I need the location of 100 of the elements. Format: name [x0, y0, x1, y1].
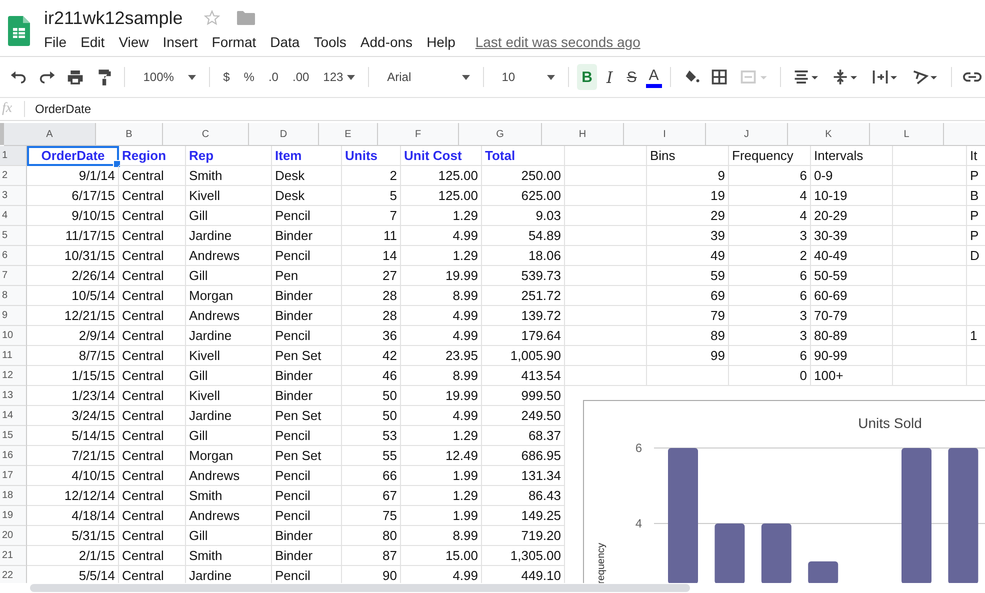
- table-cell[interactable]: Frequency: [729, 146, 811, 166]
- table-cell[interactable]: [893, 326, 967, 346]
- table-cell[interactable]: 179.64: [482, 326, 565, 346]
- table-cell[interactable]: 9/10/15: [27, 206, 119, 226]
- table-cell[interactable]: 4: [729, 206, 811, 226]
- table-cell[interactable]: [565, 346, 647, 366]
- table-cell[interactable]: Central: [119, 246, 186, 266]
- table-cell[interactable]: [565, 166, 647, 186]
- table-cell[interactable]: [565, 146, 647, 166]
- table-cell[interactable]: 2/26/14: [27, 266, 119, 286]
- row-header[interactable]: 8: [0, 286, 27, 306]
- table-cell[interactable]: 19: [647, 186, 729, 206]
- table-cell[interactable]: Pencil: [272, 466, 342, 486]
- row-header[interactable]: 11: [0, 346, 27, 366]
- table-cell[interactable]: Desk: [272, 186, 342, 206]
- table-cell[interactable]: 8.99: [401, 286, 482, 306]
- table-cell[interactable]: 53: [342, 426, 401, 446]
- table-cell[interactable]: 625.00: [482, 186, 565, 206]
- table-cell[interactable]: 68.37: [482, 426, 565, 446]
- table-cell[interactable]: 69: [647, 286, 729, 306]
- table-cell[interactable]: Central: [119, 266, 186, 286]
- table-cell[interactable]: Pencil: [272, 486, 342, 506]
- increase-decimals-button[interactable]: .00: [287, 64, 314, 90]
- row-header[interactable]: 18: [0, 486, 27, 506]
- table-cell[interactable]: Pen: [272, 266, 342, 286]
- row-header[interactable]: 9: [0, 306, 27, 326]
- italic-button[interactable]: I: [601, 64, 618, 90]
- table-cell[interactable]: 10-19: [811, 186, 893, 206]
- scrollbar-thumb[interactable]: [30, 584, 690, 592]
- strikethrough-button[interactable]: S: [622, 64, 642, 90]
- table-cell[interactable]: 149.25: [482, 506, 565, 526]
- table-cell[interactable]: 36: [342, 326, 401, 346]
- table-cell[interactable]: Central: [119, 166, 186, 186]
- table-cell[interactable]: Central: [119, 546, 186, 566]
- table-cell[interactable]: Central: [119, 406, 186, 426]
- row-header[interactable]: 20: [0, 526, 27, 546]
- table-cell[interactable]: 29: [647, 206, 729, 226]
- table-cell[interactable]: Item: [272, 146, 342, 166]
- row-header[interactable]: 7: [0, 266, 27, 286]
- table-cell[interactable]: 131.34: [482, 466, 565, 486]
- table-cell[interactable]: 89: [647, 326, 729, 346]
- table-cell[interactable]: Total: [482, 146, 565, 166]
- column-header[interactable]: J: [706, 123, 788, 146]
- table-cell[interactable]: Binder: [272, 386, 342, 406]
- table-cell[interactable]: 4/10/15: [27, 466, 119, 486]
- table-cell[interactable]: Binder: [272, 526, 342, 546]
- row-header[interactable]: 5: [0, 226, 27, 246]
- table-cell[interactable]: Binder: [272, 366, 342, 386]
- table-cell[interactable]: 3: [729, 326, 811, 346]
- row-header[interactable]: 16: [0, 446, 27, 466]
- table-cell[interactable]: [893, 346, 967, 366]
- table-cell[interactable]: [565, 226, 647, 246]
- table-cell[interactable]: Central: [119, 326, 186, 346]
- table-cell[interactable]: Gill: [186, 526, 272, 546]
- column-header[interactable]: L: [870, 123, 944, 146]
- table-cell[interactable]: 413.54: [482, 366, 565, 386]
- font-dropdown[interactable]: Arial: [377, 64, 475, 90]
- menu-item[interactable]: Tools: [314, 34, 346, 50]
- table-cell[interactable]: 686.95: [482, 446, 565, 466]
- table-cell[interactable]: Units: [342, 146, 401, 166]
- table-cell[interactable]: 8.99: [401, 526, 482, 546]
- table-cell[interactable]: Central: [119, 226, 186, 246]
- row-header[interactable]: 6: [0, 246, 27, 266]
- table-cell[interactable]: 125.00: [401, 186, 482, 206]
- table-cell[interactable]: P: [967, 166, 985, 186]
- table-cell[interactable]: 4.99: [401, 306, 482, 326]
- formula-input[interactable]: OrderDate: [35, 102, 92, 116]
- menu-item[interactable]: Add-ons: [360, 34, 413, 50]
- table-cell[interactable]: 125.00: [401, 166, 482, 186]
- table-cell[interactable]: 1.29: [401, 426, 482, 446]
- chart-panel[interactable]: Units Sold 4 6 requency: [583, 400, 985, 583]
- table-cell[interactable]: Bins: [647, 146, 729, 166]
- table-cell[interactable]: 1.99: [401, 466, 482, 486]
- table-cell[interactable]: 20-29: [811, 206, 893, 226]
- zoom-dropdown[interactable]: 100%: [133, 64, 202, 90]
- table-cell[interactable]: 11: [342, 226, 401, 246]
- table-cell[interactable]: Central: [119, 466, 186, 486]
- table-cell[interactable]: 80: [342, 526, 401, 546]
- column-header[interactable]: G: [459, 123, 542, 146]
- table-cell[interactable]: Pencil: [272, 246, 342, 266]
- bold-button[interactable]: B: [576, 64, 598, 90]
- last-edit-link[interactable]: Last edit was seconds ago: [475, 34, 640, 50]
- table-cell[interactable]: 40-49: [811, 246, 893, 266]
- column-header[interactable]: E: [319, 123, 378, 146]
- table-cell[interactable]: [893, 286, 967, 306]
- column-header[interactable]: I: [624, 123, 706, 146]
- row-header[interactable]: 4: [0, 206, 27, 226]
- table-cell[interactable]: [893, 306, 967, 326]
- table-cell[interactable]: 46: [342, 366, 401, 386]
- table-cell[interactable]: 2: [342, 166, 401, 186]
- table-cell[interactable]: 1/23/14: [27, 386, 119, 406]
- table-cell[interactable]: 4.99: [401, 406, 482, 426]
- table-cell[interactable]: 14: [342, 246, 401, 266]
- table-cell[interactable]: Morgan: [186, 446, 272, 466]
- row-header[interactable]: 1: [0, 146, 27, 166]
- table-cell[interactable]: 15.00: [401, 546, 482, 566]
- table-cell[interactable]: 79: [647, 306, 729, 326]
- table-cell[interactable]: Central: [119, 506, 186, 526]
- table-cell[interactable]: [647, 366, 729, 386]
- table-cell[interactable]: Binder: [272, 226, 342, 246]
